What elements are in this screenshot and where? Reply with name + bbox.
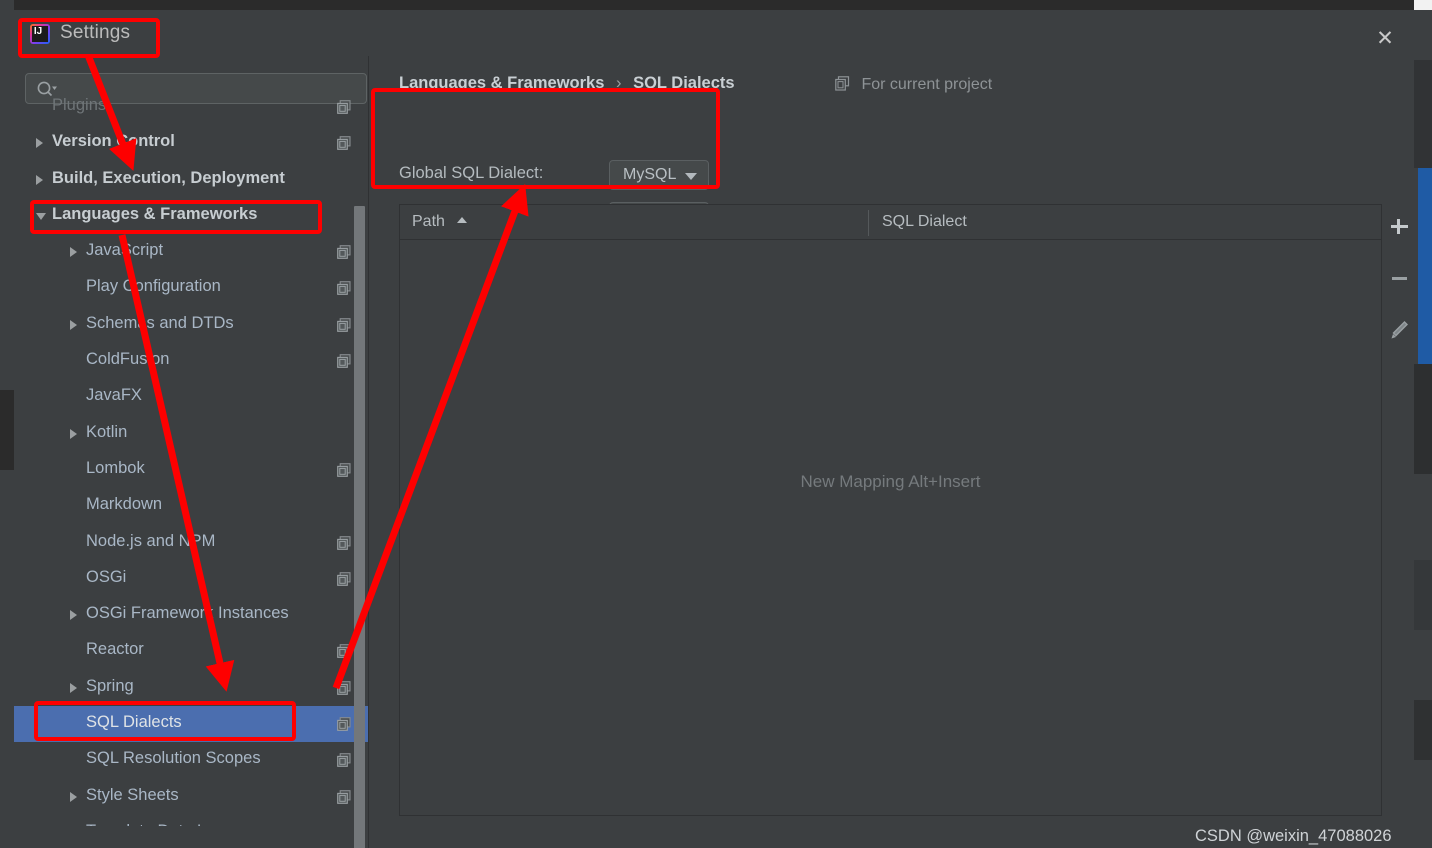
chevron-right-icon[interactable] — [70, 319, 77, 330]
table-empty-hint: New Mapping Alt+Insert — [800, 472, 981, 491]
background-ide-accent-bar — [1418, 168, 1432, 364]
sidebar-item-style-sheets[interactable]: Style Sheets — [14, 779, 368, 815]
column-divider[interactable] — [868, 210, 869, 236]
copy-settings-icon[interactable] — [337, 572, 351, 586]
copy-settings-icon[interactable] — [337, 789, 351, 804]
annotation-box-sql-dialects — [34, 701, 296, 741]
sidebar-item-plugins[interactable]: Plugins — [14, 89, 368, 125]
sidebar-item-label: Plugins — [52, 96, 107, 114]
mappings-table: Path SQL Dialect New Mapping Alt+Insert — [399, 204, 1382, 816]
copy-settings-icon[interactable] — [337, 680, 351, 695]
sidebar-item-template-data-languages[interactable]: Template Data Languages — [14, 815, 368, 826]
sidebar-item-node-js-and-npm[interactable]: Node.js and NPM — [14, 525, 368, 561]
sidebar-item-label: Kotlin — [86, 422, 128, 441]
for-current-project-label: For current project — [835, 76, 992, 96]
column-header-sql-dialect[interactable]: SQL Dialect — [882, 213, 967, 231]
copy-settings-icon[interactable] — [337, 753, 351, 768]
sidebar-item-label: JavaScript — [86, 241, 164, 260]
sidebar-item-label: OSGi Framework Instances — [86, 604, 289, 623]
chevron-right-icon[interactable] — [70, 610, 77, 621]
chevron-right-icon[interactable] — [70, 247, 77, 258]
copy-settings-icon[interactable] — [337, 354, 351, 368]
table-body[interactable]: New Mapping Alt+Insert — [400, 240, 1381, 815]
copy-settings-icon[interactable] — [337, 136, 351, 151]
sidebar-item-label: Lombok — [86, 458, 145, 477]
sidebar-item-label: Play Configuration — [86, 277, 221, 296]
pencil-icon — [1391, 321, 1408, 339]
chevron-right-icon[interactable] — [36, 138, 43, 149]
screenshot-root: IJ Settings ✕ Plugins Version Control Buil… — [0, 0, 1432, 848]
sidebar-item-label: Template Data Languages — [86, 822, 279, 826]
csdn-watermark: CSDN @weixin_47088026 — [1195, 827, 1392, 845]
sidebar-item-javafx[interactable]: JavaFX — [14, 379, 368, 415]
copy-settings-icon[interactable] — [337, 717, 351, 731]
sidebar-item-kotlin[interactable]: Kotlin — [14, 416, 368, 452]
copy-settings-icon[interactable] — [337, 100, 351, 114]
sidebar-scrollbar[interactable] — [354, 206, 365, 848]
sidebar-item-javascript[interactable]: JavaScript — [14, 234, 368, 270]
annotation-box-languages-frameworks — [30, 200, 322, 234]
sidebar-item-reactor[interactable]: Reactor — [14, 633, 368, 669]
copy-settings-icon[interactable] — [337, 644, 351, 659]
background-ide-left-dark — [0, 390, 14, 470]
chevron-right-icon[interactable] — [70, 682, 77, 693]
copy-settings-icon[interactable] — [337, 535, 351, 550]
sidebar-item-label: Markdown — [86, 495, 163, 514]
sidebar-item-label: Build, Execution, Deployment — [52, 168, 285, 187]
sidebar-item-coldfusion[interactable]: ColdFusion — [14, 343, 368, 379]
background-ide-panel-a — [1414, 60, 1432, 168]
copy-settings-icon[interactable] — [337, 245, 351, 260]
background-ide-top-highlight — [1414, 0, 1432, 10]
annotation-box-settings-title — [18, 18, 160, 58]
sidebar-item-label: Node.js and NPM — [86, 531, 216, 550]
background-ide-left-strip — [0, 0, 14, 848]
chevron-right-icon[interactable] — [70, 791, 77, 802]
sidebar-item-label: Style Sheets — [86, 785, 179, 804]
sidebar-item-osgi-framework-instances[interactable]: OSGi Framework Instances — [14, 597, 368, 633]
sidebar-item-label: OSGi — [86, 567, 127, 586]
copy-settings-icon[interactable] — [337, 463, 351, 477]
edit-mapping-button[interactable] — [1383, 314, 1415, 346]
column-header-path[interactable]: Path — [412, 213, 468, 231]
dialog-titlebar: IJ Settings ✕ — [14, 10, 1414, 56]
sidebar-item-label: Version Control — [52, 132, 175, 151]
copy-settings-icon[interactable] — [337, 317, 351, 332]
sidebar-item-lombok[interactable]: Lombok — [14, 452, 368, 488]
sidebar-item-markdown[interactable]: Markdown — [14, 488, 368, 524]
background-ide-panel-b — [1414, 364, 1432, 474]
sidebar-item-label: Schemas and DTDs — [86, 313, 234, 332]
sidebar-item-label: ColdFusion — [86, 350, 170, 369]
sidebar-item-build-execution-deployment[interactable]: Build, Execution, Deployment — [14, 162, 368, 198]
copy-settings-icon[interactable] — [337, 281, 351, 296]
sidebar-item-label: Reactor — [86, 640, 144, 659]
sort-ascending-icon — [457, 217, 468, 223]
chevron-right-icon[interactable] — [36, 174, 43, 185]
table-toolbar — [1383, 204, 1415, 816]
sidebar-item-version-control[interactable]: Version Control — [14, 125, 368, 161]
table-header-row: Path SQL Dialect — [400, 205, 1381, 240]
close-icon[interactable]: ✕ — [1372, 26, 1398, 52]
for-current-project-text: For current project — [861, 76, 993, 93]
sidebar-item-label: Spring — [86, 676, 134, 695]
sidebar-item-schemas-and-dtds[interactable]: Schemas and DTDs — [14, 307, 368, 343]
sidebar-item-label: SQL Resolution Scopes — [86, 749, 261, 768]
background-ide-panel-c — [1414, 560, 1432, 630]
sidebar-item-osgi[interactable]: OSGi — [14, 561, 368, 597]
column-header-path-label: Path — [412, 213, 445, 230]
remove-mapping-button[interactable] — [1383, 262, 1415, 294]
add-mapping-button[interactable] — [1383, 210, 1415, 242]
chevron-right-icon[interactable] — [70, 428, 77, 439]
background-ide-panel-d — [1414, 700, 1432, 760]
annotation-box-dialect-fields — [371, 88, 720, 189]
sidebar-item-label: JavaFX — [86, 386, 142, 405]
sidebar-item-play-configuration[interactable]: Play Configuration — [14, 270, 368, 306]
project-scope-icon — [835, 76, 850, 96]
sidebar-item-sql-resolution-scopes[interactable]: SQL Resolution Scopes — [14, 742, 368, 778]
